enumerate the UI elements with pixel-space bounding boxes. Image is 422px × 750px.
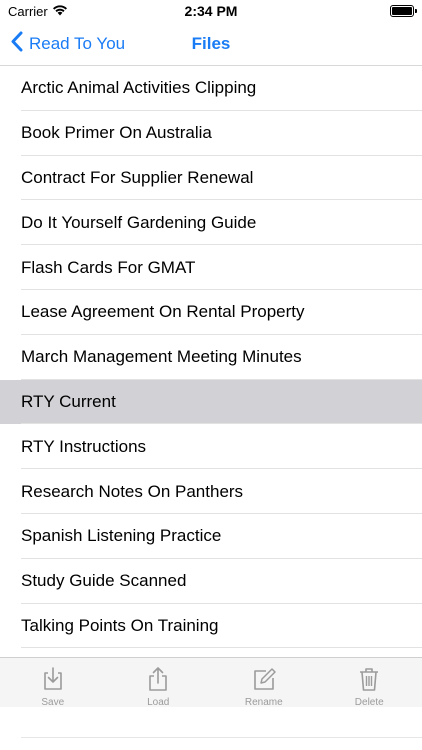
load-button[interactable]: Load (118, 666, 198, 708)
list-item[interactable]: Research Notes On Panthers (0, 469, 422, 514)
delete-button[interactable]: Delete (329, 666, 409, 708)
list-item[interactable]: Study Guide Scanned (0, 559, 422, 604)
bottom-area (0, 707, 422, 750)
list-item[interactable]: Flash Cards For GMAT (0, 245, 422, 290)
list-item[interactable]: Arctic Animal Activities Clipping (0, 66, 422, 111)
edit-icon (252, 666, 276, 695)
list-item[interactable]: Do It Yourself Gardening Guide (0, 200, 422, 245)
toolbar: Save Load Rename Delete (0, 657, 422, 708)
navigation-bar: Read To You Files (0, 22, 422, 66)
list-item[interactable]: Spanish Listening Practice (0, 514, 422, 559)
divider (21, 737, 422, 738)
status-bar: Carrier 2:34 PM (0, 0, 422, 22)
list-item[interactable]: RTY Instructions (0, 424, 422, 469)
share-icon (146, 666, 170, 695)
list-item[interactable]: Contract For Supplier Renewal (0, 156, 422, 201)
rename-button[interactable]: Rename (224, 666, 304, 708)
chevron-left-icon (10, 31, 23, 57)
battery-icon (390, 5, 417, 17)
list-item[interactable]: March Management Meeting Minutes (0, 335, 422, 380)
save-button[interactable]: Save (13, 666, 93, 708)
list-item[interactable]: Talking Points On Training (0, 604, 422, 649)
screen: Carrier 2:34 PM Read To You Files Arctic… (0, 0, 422, 750)
list-item[interactable]: Book Primer On Australia (0, 111, 422, 156)
list-item[interactable]: Lease Agreement On Rental Property (0, 290, 422, 335)
back-button-label: Read To You (29, 34, 126, 53)
trash-icon (357, 666, 381, 695)
status-time: 2:34 PM (184, 3, 238, 19)
save-icon (41, 666, 65, 695)
back-button[interactable]: Read To You (10, 22, 125, 66)
file-list: Arctic Animal Activities Clipping Book P… (0, 66, 422, 649)
list-item-selected[interactable]: RTY Current (0, 379, 422, 425)
